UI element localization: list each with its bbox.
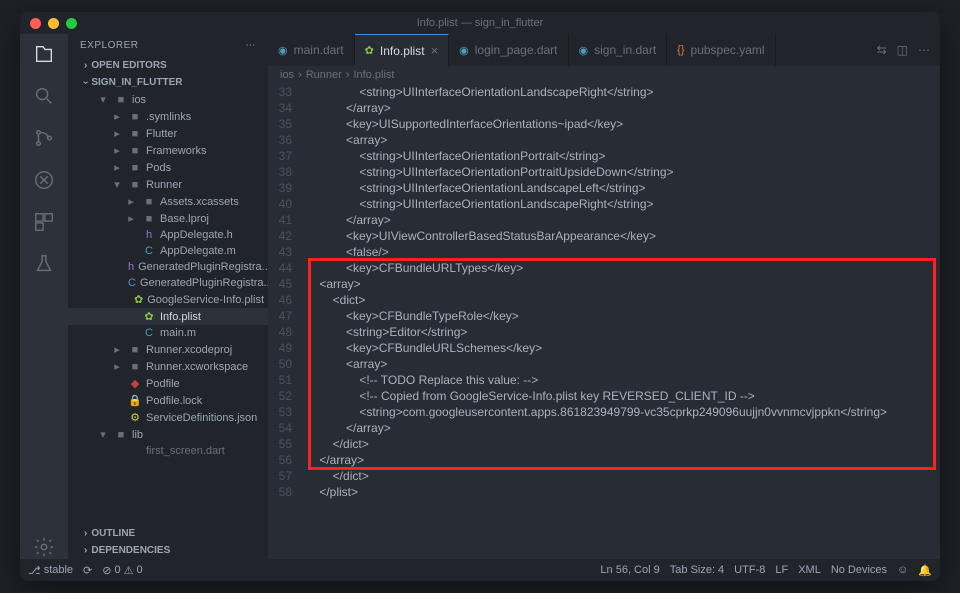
tree-item[interactable]: ▸■Runner.xcworkspace	[68, 358, 268, 375]
status-feedback-icon[interactable]: ☺	[897, 564, 908, 576]
status-encoding[interactable]: UTF-8	[734, 564, 765, 576]
search-icon[interactable]	[32, 84, 56, 108]
tree-item[interactable]: ▾■lib	[68, 426, 268, 443]
sidebar-header: EXPLORER ⋯	[68, 34, 268, 57]
tree-item[interactable]: ⚙ServiceDefinitions.json	[68, 409, 268, 426]
tree-item[interactable]: ▸■Runner.xcodeproj	[68, 341, 268, 358]
tree-item[interactable]: CAppDelegate.m	[68, 243, 268, 259]
section-dependencies[interactable]: DEPENDENCIES	[68, 542, 268, 559]
section-outline[interactable]: OUTLINE	[68, 525, 268, 542]
file-tree: ▾■ios▸■.symlinks▸■Flutter▸■Frameworks▸■P…	[68, 91, 268, 525]
tab[interactable]: ◉login_page.dart	[449, 34, 568, 66]
tree-item[interactable]: ▸■Frameworks	[68, 142, 268, 159]
section-open-editors[interactable]: OPEN EDITORS	[68, 57, 268, 74]
source-control-icon[interactable]	[32, 126, 56, 150]
tab[interactable]: ◉sign_in.dart	[569, 34, 668, 66]
flask-icon[interactable]	[32, 252, 56, 276]
settings-icon[interactable]	[32, 535, 56, 559]
tree-item[interactable]: hGeneratedPluginRegistra...	[68, 259, 268, 275]
tree-item[interactable]: ◆Podfile	[68, 375, 268, 392]
split-icon[interactable]: ◫	[897, 43, 908, 57]
vscode-window: Info.plist — sign_in_flutter EXPLORER ⋯ …	[20, 12, 940, 581]
status-bell-icon[interactable]: 🔔	[918, 564, 932, 577]
more-icon[interactable]: ⋯	[918, 43, 930, 57]
main-area: EXPLORER ⋯ OPEN EDITORS SIGN_IN_FLUTTER …	[20, 34, 940, 559]
status-bar: ⎇ stable ⟳ ⊘ 0 ⚠ 0 Ln 56, Col 9 Tab Size…	[20, 559, 940, 581]
status-sync[interactable]: ⟳	[83, 564, 92, 577]
status-eol[interactable]: LF	[775, 564, 788, 576]
tree-item[interactable]: hAppDelegate.h	[68, 227, 268, 243]
debug-icon[interactable]	[32, 168, 56, 192]
tab-bar: ◉main.dart✿Info.plist×◉login_page.dart◉s…	[268, 34, 940, 66]
activity-bar	[20, 34, 68, 559]
tree-item[interactable]: Cmain.m	[68, 325, 268, 341]
compare-icon[interactable]: ⇆	[877, 43, 887, 57]
sidebar-more-icon[interactable]: ⋯	[246, 40, 257, 51]
sidebar-title: EXPLORER	[80, 40, 138, 51]
window-title: Info.plist — sign_in_flutter	[20, 17, 940, 29]
tab[interactable]: ◉main.dart	[268, 34, 355, 66]
tree-item[interactable]: ▸■Flutter	[68, 125, 268, 142]
tree-item[interactable]: ▸■.symlinks	[68, 108, 268, 125]
section-project[interactable]: SIGN_IN_FLUTTER	[68, 74, 268, 91]
status-problems[interactable]: ⊘ 0 ⚠ 0	[102, 564, 142, 577]
tree-item[interactable]: ▸■Base.lproj	[68, 210, 268, 227]
tab[interactable]: {}pubspec.yaml	[667, 34, 775, 66]
tree-item[interactable]: 🔒Podfile.lock	[68, 392, 268, 409]
tree-item[interactable]: ✿Info.plist	[68, 308, 268, 325]
extensions-icon[interactable]	[32, 210, 56, 234]
code-editor[interactable]: 33 <string>UIInterfaceOrientationLandsca…	[268, 84, 940, 559]
tree-item[interactable]: first_screen.dart	[68, 443, 268, 459]
tab[interactable]: ✿Info.plist×	[355, 34, 450, 66]
tree-item[interactable]: CGeneratedPluginRegistra...	[68, 275, 268, 291]
sidebar: EXPLORER ⋯ OPEN EDITORS SIGN_IN_FLUTTER …	[68, 34, 268, 559]
editor-area: ◉main.dart✿Info.plist×◉login_page.dart◉s…	[268, 34, 940, 559]
explorer-icon[interactable]	[32, 42, 56, 66]
tab-actions: ⇆ ◫ ⋯	[877, 34, 940, 66]
tree-item[interactable]: ▸■Pods	[68, 159, 268, 176]
tree-item[interactable]: ▾■Runner	[68, 176, 268, 193]
breadcrumbs[interactable]: ios›Runner›Info.plist	[268, 66, 940, 84]
close-icon[interactable]: ×	[431, 43, 439, 58]
status-device[interactable]: No Devices	[831, 564, 887, 576]
tree-item[interactable]: ▾■ios	[68, 91, 268, 108]
titlebar[interactable]: Info.plist — sign_in_flutter	[20, 12, 940, 34]
status-branch[interactable]: ⎇ stable	[28, 564, 73, 577]
status-tabsize[interactable]: Tab Size: 4	[670, 564, 724, 576]
status-language[interactable]: XML	[798, 564, 821, 576]
tree-item[interactable]: ✿GoogleService-Info.plist	[68, 291, 268, 308]
status-position[interactable]: Ln 56, Col 9	[600, 564, 659, 576]
tree-item[interactable]: ▸■Assets.xcassets	[68, 193, 268, 210]
